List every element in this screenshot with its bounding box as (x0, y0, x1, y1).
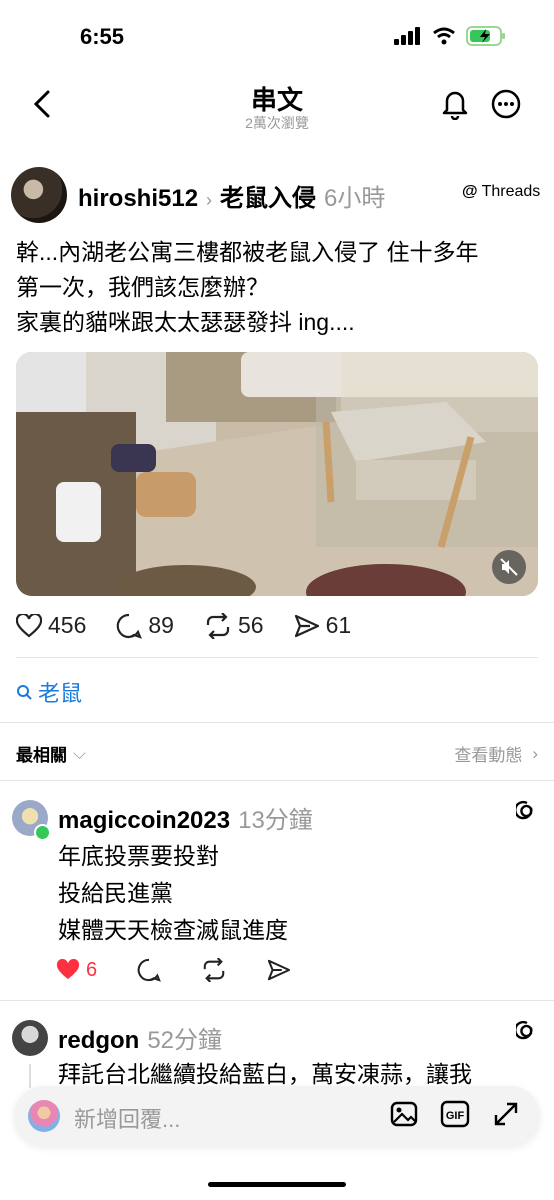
author-username[interactable]: hiroshi512 (78, 185, 198, 213)
divider (0, 1000, 554, 1001)
online-status-dot (34, 824, 51, 841)
bell-icon[interactable] (440, 88, 470, 120)
speaker-off-icon (500, 558, 518, 576)
page-title: 串文 (250, 85, 303, 115)
mute-icon[interactable] (492, 550, 526, 584)
threads-logo-icon[interactable] (516, 1020, 538, 1042)
like-count: 456 (48, 612, 87, 638)
divider (0, 780, 554, 781)
view-activity-label: 查看動態 (454, 746, 523, 765)
repost-count: 56 (237, 612, 264, 638)
comment-username[interactable]: magiccoin2023 (58, 807, 230, 835)
divider (0, 722, 554, 723)
expand-icon[interactable] (492, 1100, 520, 1128)
comment-username[interactable]: redgon (58, 1027, 139, 1055)
heart-icon (16, 613, 42, 637)
chevron-down-icon: ⌵ (73, 743, 86, 763)
svg-text:GIF: GIF (446, 1110, 465, 1122)
comment-header: redgon 52分鐘 (58, 1020, 222, 1055)
battery-icon (466, 26, 505, 46)
post-time: 6小時 (324, 185, 386, 212)
threads-logo-icon: @ (462, 183, 478, 200)
post-video[interactable] (16, 352, 538, 596)
video-frame (16, 352, 538, 596)
post-line: 第一次，我們該怎麼辦？ (16, 274, 269, 300)
reply-input[interactable]: 新增回覆... (74, 1102, 180, 1134)
topic-tag-label: 老鼠 (38, 681, 83, 706)
post-line: 家裏的貓咪跟太太瑟瑟發抖 ing.... (16, 309, 355, 335)
wifi-icon (433, 27, 455, 45)
repost-button[interactable]: 56 (204, 612, 264, 639)
comment-button[interactable]: 89 (116, 612, 174, 639)
repost-icon[interactable] (201, 958, 227, 982)
heart-filled-icon (56, 959, 80, 980)
comment-like-button[interactable]: 6 (56, 959, 97, 982)
threads-badge[interactable]: @ Threads (462, 183, 540, 201)
post-actions: 456 89 56 61 (16, 612, 351, 639)
comment-count: 89 (148, 612, 174, 638)
comment-time: 13分鐘 (238, 807, 313, 834)
reply-tools: GIF (390, 1100, 520, 1128)
comment-line: 投給民進黨 (58, 880, 173, 906)
share-count: 61 (325, 612, 352, 638)
chevron-right-icon: › (532, 743, 538, 763)
comment-avatar[interactable] (12, 1020, 48, 1056)
search-icon (17, 685, 32, 700)
repost-icon (206, 612, 230, 639)
image-icon[interactable] (390, 1100, 418, 1128)
chevron-right-icon: › (206, 190, 213, 210)
divider (16, 657, 538, 658)
reply-bar: 新增回覆... GIF (14, 1086, 540, 1146)
comment-icon (117, 613, 143, 639)
post-header: hiroshi512 › 老鼠入侵 6小時 (78, 178, 385, 213)
author-avatar[interactable] (11, 167, 67, 223)
view-activity-link[interactable]: 查看動態 › (454, 741, 538, 766)
comment-actions: 6 (56, 958, 291, 982)
signal-icon (394, 27, 420, 45)
sort-label: 最相關 (16, 746, 67, 765)
comment-icon[interactable] (137, 958, 162, 982)
comment-line: 年底投票要投對 (58, 843, 219, 869)
post-text: 幹...內湖老公寓三樓都被老鼠入侵了 住十多年 第一次，我們該怎麼辦？ 家裏的貓… (16, 235, 544, 340)
my-avatar (28, 1100, 60, 1132)
threads-logo-icon[interactable] (516, 800, 538, 822)
view-count: 2萬次瀏覽 (245, 115, 309, 131)
sort-dropdown[interactable]: 最相關 ⌵ (16, 741, 86, 766)
thread-line (29, 1064, 31, 1088)
post-topic[interactable]: 老鼠入侵 (220, 178, 316, 213)
status-icons (394, 26, 506, 46)
send-icon[interactable] (267, 959, 291, 981)
post-line: 幹...內湖老公寓三樓都被老鼠入侵了 住十多年 (16, 239, 479, 265)
more-options-icon[interactable] (490, 88, 522, 120)
topic-tag[interactable]: 老鼠 (16, 676, 82, 708)
send-icon (294, 614, 319, 637)
comment-header: magiccoin2023 13分鐘 (58, 800, 313, 835)
share-button[interactable]: 61 (294, 612, 352, 639)
comment-text: 年底投票要投對 投給民進黨 媒體天天檢查滅鼠進度 (58, 838, 288, 949)
home-indicator (208, 1182, 346, 1187)
comment-time: 52分鐘 (147, 1027, 223, 1054)
comment-line: 媒體天天檢查滅鼠進度 (58, 917, 288, 943)
gif-icon[interactable]: GIF (440, 1100, 470, 1128)
threads-badge-label: Threads (481, 183, 541, 200)
like-button[interactable]: 456 (16, 612, 86, 639)
status-time: 6:55 (80, 24, 125, 49)
comment-like-count: 6 (86, 958, 98, 981)
